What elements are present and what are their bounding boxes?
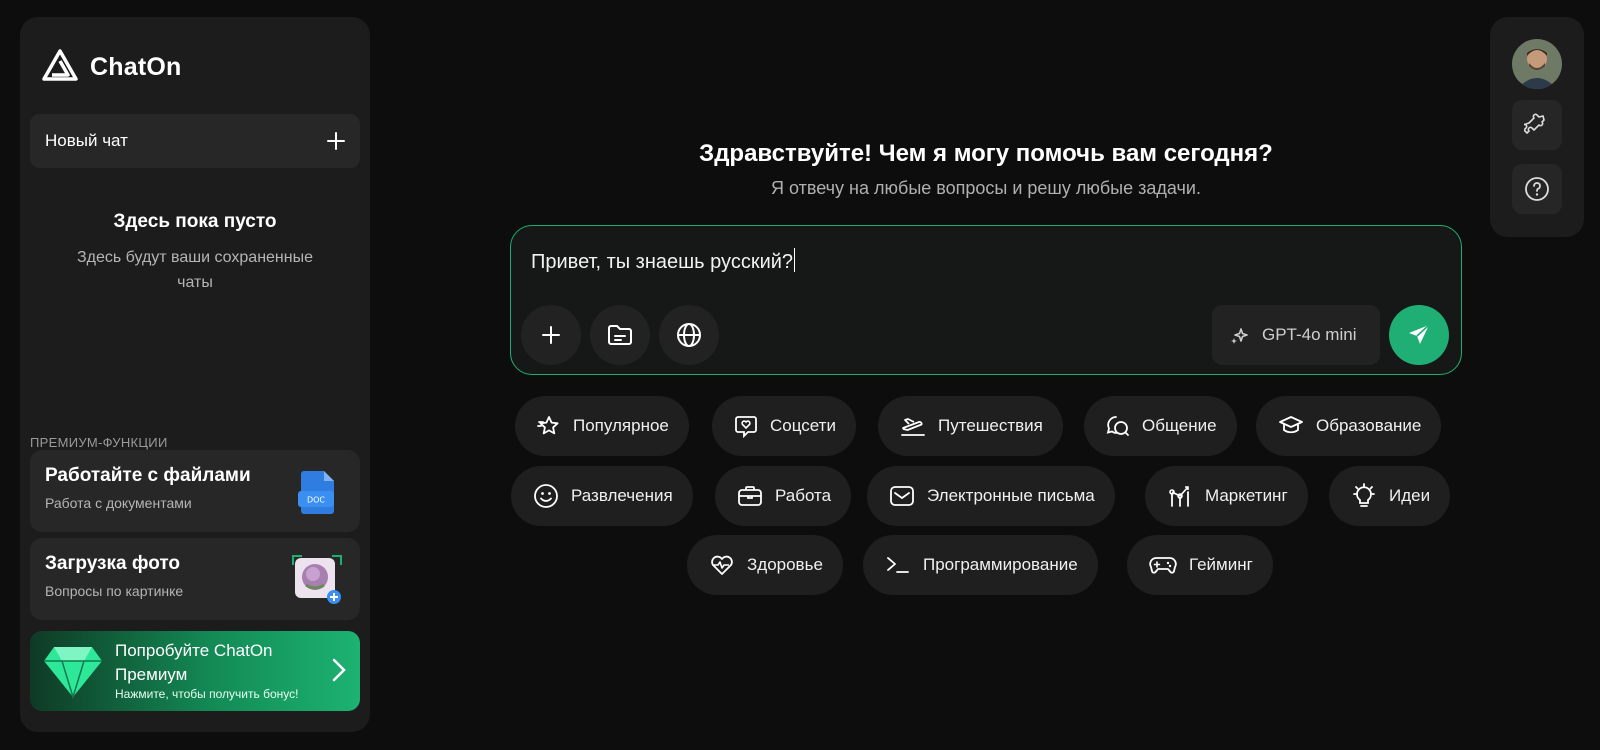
new-chat-label: Новый чат xyxy=(45,131,128,150)
chaton-logo-icon xyxy=(42,49,78,81)
avatar[interactable] xyxy=(1512,39,1562,89)
chip-label: Соцсети xyxy=(770,416,836,435)
chat-bubbles-icon xyxy=(1106,416,1129,436)
plus-icon xyxy=(542,326,560,344)
help-icon xyxy=(1525,177,1549,201)
photo-upload-icon xyxy=(292,555,342,604)
smiley-icon xyxy=(534,484,558,508)
web-search-button[interactable] xyxy=(659,305,719,365)
chip-label: Путешествия xyxy=(938,416,1043,435)
plugins-button[interactable] xyxy=(1512,100,1562,150)
chip-label: Образование xyxy=(1316,416,1422,435)
message-input[interactable]: Привет, ты знаешь русский? xyxy=(531,248,796,274)
empty-state-subtitle: Здесь будут ваши сохраненные чаты xyxy=(76,249,313,291)
mail-icon xyxy=(890,486,914,506)
text-caret xyxy=(794,248,796,272)
category-chip-programming[interactable]: Программирование xyxy=(863,535,1098,595)
empty-state-title: Здесь пока пусто xyxy=(113,211,277,232)
feature-work-with-files[interactable]: Работайте с файлами Работа с документами… xyxy=(30,450,360,532)
help-button[interactable] xyxy=(1512,164,1562,214)
lightbulb-icon xyxy=(1353,483,1375,507)
right-rail xyxy=(1490,17,1584,237)
marketing-icon xyxy=(1169,486,1189,507)
doc-file-icon: DOC xyxy=(298,471,334,514)
category-chip-popular[interactable]: Популярное xyxy=(515,396,689,456)
gamepad-icon xyxy=(1149,557,1177,574)
promo-title: Попробуйте ChatOn Премиум xyxy=(115,641,273,684)
send-button[interactable] xyxy=(1389,305,1449,365)
feature-photo-upload[interactable]: Загрузка фото Вопросы по картинке xyxy=(30,538,360,620)
category-chip-work[interactable]: Работа xyxy=(715,466,852,526)
app-name: ChatOn xyxy=(90,52,182,81)
chevron-right-icon xyxy=(332,658,346,682)
sparkles-icon xyxy=(1231,328,1248,344)
message-composer[interactable]: Привет, ты знаешь русский? GPT-4o mini xyxy=(510,225,1462,375)
chip-label: Электронные письма xyxy=(927,486,1095,505)
category-chip-communication[interactable]: Общение xyxy=(1084,396,1237,456)
category-chip-social[interactable]: Соцсети xyxy=(712,396,856,456)
diamond-icon xyxy=(44,647,102,700)
plane-icon xyxy=(901,418,925,436)
chip-label: Общение xyxy=(1142,416,1217,435)
graduation-cap-icon xyxy=(1279,416,1303,434)
chip-label: Работа xyxy=(775,486,832,505)
chip-label: Гейминг xyxy=(1189,555,1253,574)
send-icon xyxy=(1409,324,1430,344)
doc-badge: DOC xyxy=(307,496,325,505)
files-button[interactable] xyxy=(590,305,650,365)
chip-label: Здоровье xyxy=(747,555,823,574)
category-chip-health[interactable]: Здоровье xyxy=(687,535,843,595)
sidebar: ChatOn Новый чат Здесь пока пусто Здесь … xyxy=(20,17,370,732)
brand-logo[interactable]: ChatOn xyxy=(40,47,181,87)
model-selector[interactable]: GPT-4o mini xyxy=(1212,305,1380,365)
heart-chat-icon xyxy=(735,416,757,438)
category-chip-travel[interactable]: Путешествия xyxy=(878,396,1063,456)
user-avatar-icon xyxy=(1512,39,1562,89)
attach-button[interactable] xyxy=(521,305,581,365)
category-chip-emails[interactable]: Электронные письма xyxy=(867,466,1115,526)
greeting-subtitle: Я отвечу на любые вопросы и решу любые з… xyxy=(771,178,1201,198)
folder-icon xyxy=(608,325,632,345)
greeting-title: Здравствуйте! Чем я могу помочь вам сего… xyxy=(699,140,1273,167)
premium-promo-banner[interactable]: Попробуйте ChatOn Премиум Нажмите, чтобы… xyxy=(30,631,360,711)
chip-label: Развлечения xyxy=(571,486,673,505)
category-chip-ideas[interactable]: Идеи xyxy=(1329,466,1451,526)
globe-icon xyxy=(677,323,701,347)
chip-label: Программирование xyxy=(923,555,1078,574)
plus-icon xyxy=(327,132,345,150)
message-input-text: Привет, ты знаешь русский? xyxy=(531,251,794,273)
terminal-icon xyxy=(887,557,909,573)
category-chip-education[interactable]: Образование xyxy=(1256,396,1442,456)
briefcase-icon xyxy=(738,486,762,506)
category-chip-marketing[interactable]: Маркетинг xyxy=(1145,466,1308,526)
chip-label: Популярное xyxy=(573,416,669,435)
chip-label: Маркетинг xyxy=(1205,486,1288,505)
chip-label: Идеи xyxy=(1389,486,1431,505)
premium-section-heading: ПРЕМИУМ-ФУНКЦИИ xyxy=(30,435,168,450)
category-chip-entertainment[interactable]: Развлечения xyxy=(511,466,693,526)
promo-subtitle: Нажмите, чтобы получить бонус! xyxy=(115,687,299,701)
model-name: GPT-4o mini xyxy=(1262,325,1357,344)
star-icon xyxy=(537,416,559,435)
heart-pulse-icon xyxy=(711,555,733,575)
new-chat-button[interactable]: Новый чат xyxy=(30,114,360,168)
category-chip-gaming[interactable]: Гейминг xyxy=(1127,535,1273,595)
puzzle-icon xyxy=(1524,113,1545,134)
